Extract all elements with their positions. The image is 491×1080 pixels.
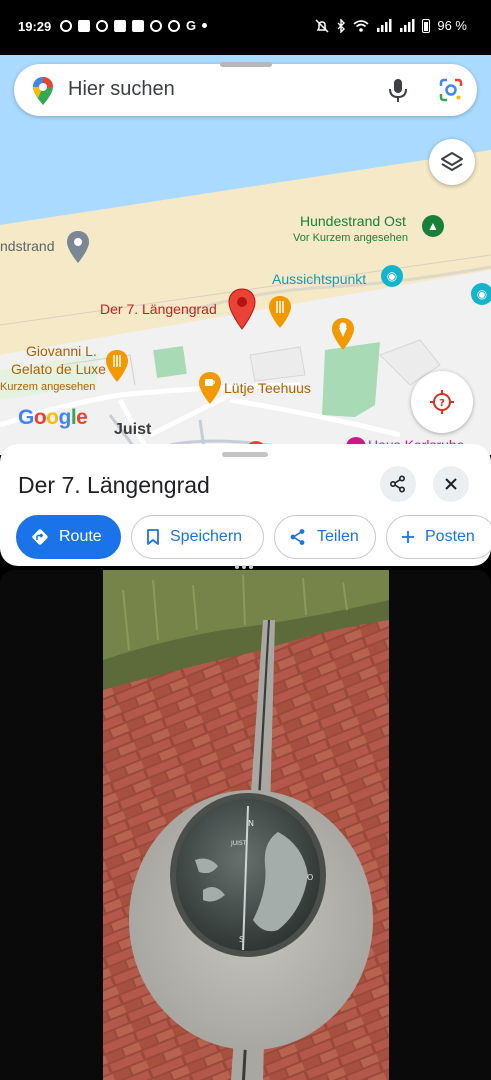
wifi-icon [353,20,369,32]
battery-icon [422,18,431,33]
place-sheet[interactable]: Der 7. Längengrad Route Speichern Teilen… [0,444,491,566]
sheet-drag-handle[interactable] [222,452,268,457]
tree-poi-icon[interactable]: ▲ [422,215,444,237]
svg-text:?: ? [439,398,445,409]
signal-2-icon [400,19,415,32]
map-label-town: Juist [114,421,152,438]
cloud-icon [150,19,162,32]
microphone-icon[interactable] [386,76,410,104]
share-action-button[interactable]: Teilen [274,515,376,559]
search-drag-handle[interactable] [220,62,272,67]
app-icon [78,19,90,32]
message-icon [60,19,72,32]
svg-text:N: N [248,819,254,828]
camera-poi-2-icon[interactable]: ◉ [471,283,491,305]
close-button[interactable] [433,466,469,502]
google-logo: Google [18,406,88,429]
place-photo[interactable]: JUIST N O S [103,570,389,1080]
photo-image: JUIST N O S [103,570,389,1080]
bookmark-icon [147,529,159,545]
search-input[interactable]: Hier suchen [68,78,175,101]
split-screen-handle[interactable] [235,565,253,569]
battery-level: 96 % [437,18,467,33]
place-actions: Route Speichern Teilen Posten [16,515,491,559]
mute-icon [315,18,329,33]
post-button[interactable]: Posten [386,515,491,559]
share-action-label: Teilen [317,528,359,545]
map-label-hundestrand-left[interactable]: ndstrand [0,238,54,254]
map-label-giovanni-2[interactable]: Gelato de Luxe [11,361,106,377]
share-button[interactable] [380,466,416,502]
giovanni-pin-icon[interactable] [105,349,129,383]
map-label-luetje[interactable]: Lütje Teehuus [224,380,311,396]
save-label: Speichern [170,528,243,545]
notification-icons: G [60,18,208,33]
my-location-button[interactable]: ? [411,371,473,433]
bluetooth-icon [337,18,346,33]
google-icon: G [186,18,197,33]
grey-pin-icon[interactable] [66,230,90,264]
maps-pin-icon [33,77,53,105]
photo-viewer[interactable]: JUIST N O S [0,570,491,1080]
link-icon [168,19,180,32]
plus-icon [402,531,414,543]
share-icon [389,475,406,493]
svg-text:O: O [307,873,313,882]
shield-icon [114,19,126,32]
map-layers-button[interactable] [429,139,475,185]
svg-text:JUIST: JUIST [230,840,247,847]
route-button[interactable]: Route [16,515,121,559]
status-time: 19:29 [18,19,52,34]
restaurant-pin-icon[interactable] [268,295,292,329]
more-dot-icon [202,23,208,28]
place-title: Der 7. Längengrad [18,472,210,498]
map-label-giovanni-sub: Kurzem angesehen [0,381,96,393]
search-bar[interactable]: Hier suchen [14,62,477,116]
camera-poi-icon[interactable]: ◉ [381,265,403,287]
selected-place-pin-icon[interactable] [228,288,256,330]
location-unknown-icon: ? [430,390,454,414]
route-label: Route [59,528,102,545]
layers-icon [441,152,463,171]
svg-text:S: S [239,935,244,944]
icecream-pin-icon[interactable] [331,317,355,351]
share-action-icon [290,529,305,545]
save-button[interactable]: Speichern [131,515,264,559]
map-label-hundestrand-ost-sub: Vor Kurzem angesehen [293,232,408,244]
clipboard-icon [132,19,144,32]
directions-icon [32,529,48,545]
map-label-hundestrand-ost[interactable]: Hundestrand Ost [300,213,406,229]
close-icon [445,478,457,490]
cafe-pin-icon[interactable] [198,371,222,405]
signal-icon [377,19,392,32]
sound-icon [96,19,108,32]
map-label-aussichtspunkt[interactable]: Aussichtspunkt [272,271,366,287]
map-label-giovanni-1[interactable]: Giovanni L. [26,343,97,359]
map-label-selected-place[interactable]: Der 7. Längengrad [100,301,217,317]
status-bar: 19:29 G 96 % [0,0,491,55]
google-lens-icon[interactable] [437,76,465,104]
system-icons: 96 % [315,18,467,33]
post-label: Posten [425,528,475,545]
